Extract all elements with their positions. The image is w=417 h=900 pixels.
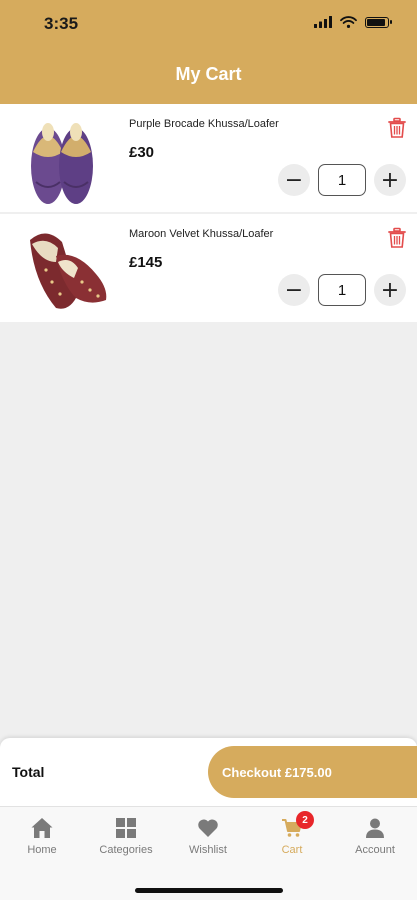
user-icon — [366, 818, 384, 838]
quantity-field[interactable]: 1 — [318, 274, 366, 306]
status-icons — [314, 16, 392, 28]
cart-items-list: Purple Brocade Khussa/Loafer £30 − 1 + M… — [0, 104, 417, 324]
total-label: Total — [12, 764, 45, 780]
quantity-field[interactable]: 1 — [318, 164, 366, 196]
cart-item: Maroon Velvet Khussa/Loafer £145 − 1 + — [0, 214, 417, 322]
cart-count-badge: 2 — [296, 811, 314, 829]
decrease-quantity-button[interactable]: − — [278, 274, 310, 306]
cart-summary: Total Checkout £175.00 — [0, 738, 417, 806]
purple-khussa-shoes-image — [31, 123, 93, 204]
home-indicator — [135, 888, 283, 893]
app-header: 3:35 My Cart — [0, 0, 417, 104]
decrease-quantity-button[interactable]: − — [278, 164, 310, 196]
item-name: Purple Brocade Khussa/Loafer — [129, 118, 279, 130]
maroon-velvet-khussa-shoes-image — [30, 233, 107, 309]
delete-icon[interactable] — [386, 117, 408, 139]
home-icon — [31, 818, 53, 838]
cellular-signal-icon — [314, 16, 332, 28]
status-time: 3:35 — [44, 14, 79, 33]
tab-home[interactable]: Home — [0, 817, 84, 856]
item-name: Maroon Velvet Khussa/Loafer — [129, 228, 274, 240]
tab-label: Cart — [281, 844, 303, 856]
tab-wishlist[interactable]: Wishlist — [166, 817, 250, 856]
quantity-stepper: − 1 + — [278, 274, 406, 306]
increase-quantity-button[interactable]: + — [374, 274, 406, 306]
checkout-button[interactable]: Checkout £175.00 — [208, 746, 417, 798]
item-price: £145 — [129, 254, 163, 271]
tab-label: Categories — [99, 844, 153, 856]
page-title: My Cart — [175, 64, 242, 84]
wifi-icon — [340, 16, 357, 28]
grid-icon — [116, 818, 136, 838]
item-price: £30 — [129, 144, 155, 161]
cart-item: Purple Brocade Khussa/Loafer £30 − 1 + — [0, 104, 417, 212]
tab-label: Account — [355, 844, 395, 856]
quantity-stepper: − 1 + — [278, 164, 406, 196]
tab-label: Wishlist — [189, 844, 227, 856]
tab-cart[interactable]: 2 Cart — [250, 811, 334, 856]
tab-categories[interactable]: Categories — [84, 817, 168, 856]
increase-quantity-button[interactable]: + — [374, 164, 406, 196]
heart-icon — [198, 819, 218, 837]
delete-icon[interactable] — [386, 227, 408, 249]
battery-icon — [365, 16, 392, 28]
tab-label: Home — [27, 844, 57, 856]
tab-account[interactable]: Account — [333, 817, 417, 856]
battery-level — [367, 18, 385, 26]
bottom-tab-bar: Home Categories Wishlist 2 Cart Account — [0, 806, 417, 900]
